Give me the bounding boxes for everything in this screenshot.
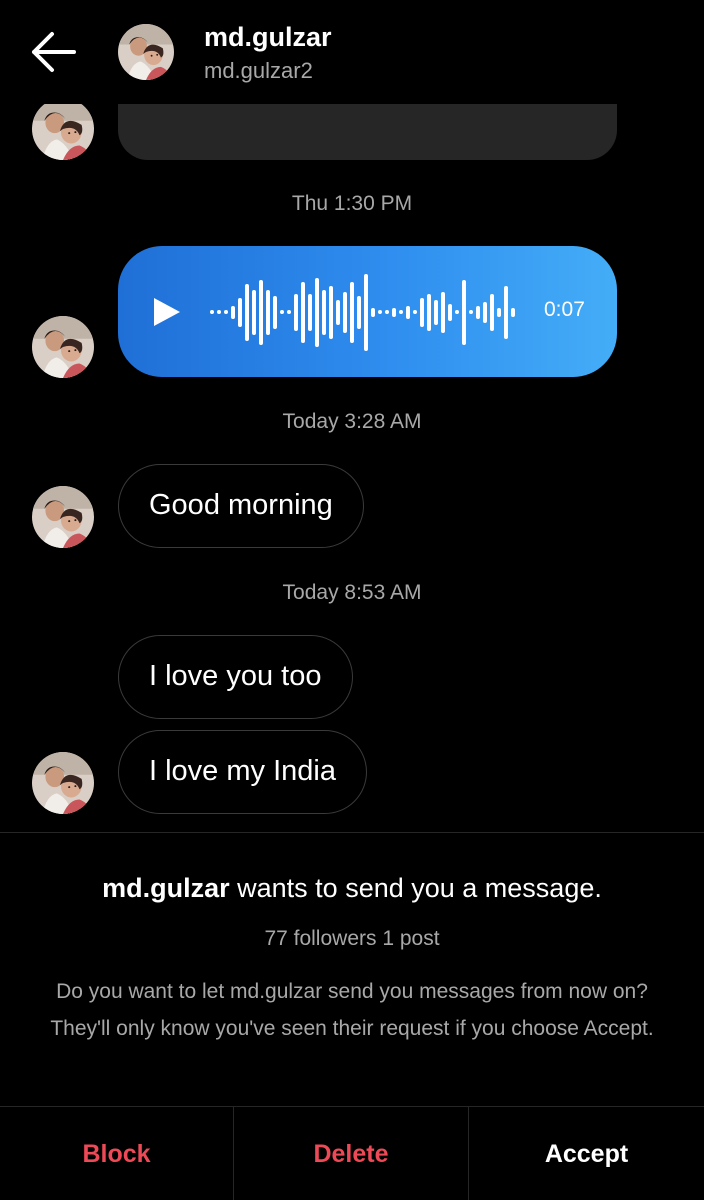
- block-button[interactable]: Block: [0, 1107, 234, 1200]
- request-title: md.gulzar wants to send you a message.: [0, 873, 704, 904]
- timestamp: Today 3:28 AM: [282, 410, 422, 433]
- accept-button[interactable]: Accept: [469, 1107, 704, 1200]
- chat-header: md.gulzar md.gulzar2: [0, 0, 704, 104]
- play-icon[interactable]: [152, 296, 182, 328]
- partial-message-bubble: [118, 104, 617, 160]
- timestamp: Thu 1:30 PM: [291, 192, 413, 215]
- header-avatar[interactable]: [118, 24, 174, 80]
- contact-username: md.gulzar2: [204, 58, 313, 83]
- request-title-text: wants to send you a message.: [229, 873, 602, 903]
- message-bubble[interactable]: Good morning: [118, 464, 364, 548]
- voice-message-bubble[interactable]: 0:07: [118, 246, 617, 377]
- request-action-bar: Block Delete Accept: [0, 1106, 704, 1200]
- waveform-icon: [210, 274, 515, 351]
- message-bubble[interactable]: I love my India: [118, 730, 367, 814]
- request-sender-name: md.gulzar: [102, 873, 230, 903]
- voice-duration: 0:07: [544, 298, 585, 321]
- message-bubble[interactable]: I love you too: [118, 635, 353, 719]
- contact-name[interactable]: md.gulzar: [204, 22, 332, 53]
- timestamp: Today 8:53 AM: [282, 581, 422, 604]
- request-description: Do you want to let md.gulzar send you me…: [50, 980, 654, 1040]
- request-stats: 77 followers 1 post: [264, 927, 440, 950]
- delete-button[interactable]: Delete: [234, 1107, 469, 1200]
- avatar[interactable]: [32, 752, 94, 814]
- avatar[interactable]: [32, 98, 94, 160]
- arrow-left-icon[interactable]: [30, 30, 78, 74]
- avatar[interactable]: [32, 486, 94, 548]
- message-request-panel: md.gulzar wants to send you a message. 7…: [0, 832, 704, 1106]
- avatar[interactable]: [32, 316, 94, 378]
